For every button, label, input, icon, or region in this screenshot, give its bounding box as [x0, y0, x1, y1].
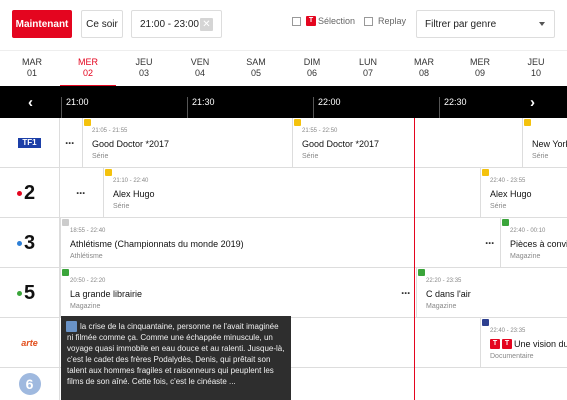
channel-logo-arte[interactable]: arte: [0, 318, 60, 368]
program-card[interactable]: 22:40 - 00:10 Pièces à convic Magazine: [500, 218, 567, 267]
rating-icon: [105, 169, 112, 176]
tooltip-text: la crise de la cinquantaine, personne ne…: [67, 322, 285, 386]
genre-filter-select[interactable]: Filtrer par genre: [416, 10, 555, 38]
time-range-value: 21:00 - 23:00: [140, 18, 199, 30]
channel-logo-france5[interactable]: 5: [0, 268, 60, 318]
day-tab[interactable]: MAR 08: [396, 51, 452, 87]
day-tab[interactable]: DIM 06: [284, 51, 340, 87]
channel-row: TF1 ··· 21:05 - 21:55 Good Doctor *2017 …: [0, 118, 567, 168]
time-label: 21:30: [192, 97, 215, 107]
day-tab[interactable]: VEN 04: [172, 51, 228, 87]
day-tab[interactable]: MER 09: [452, 51, 508, 87]
close-icon[interactable]: ✕: [200, 18, 213, 31]
now-button[interactable]: Maintenant: [12, 10, 72, 38]
time-tick: [187, 97, 188, 118]
program-tooltip: la crise de la cinquantaine, personne ne…: [61, 316, 291, 400]
selection-label: T Sélection: [306, 16, 355, 26]
time-label: 22:00: [318, 97, 341, 107]
selection-icon: T: [490, 339, 500, 349]
rating-icon: [502, 219, 509, 226]
thumbnail-icon: [66, 321, 77, 332]
rating-icon: [62, 219, 69, 226]
chevron-down-icon: [539, 22, 545, 26]
genre-filter-placeholder: Filtrer par genre: [425, 18, 497, 30]
timeline-bar: ‹ 21:00 21:30 22:00 22:30 ›: [0, 86, 567, 118]
program-card[interactable]: 18:55 - 22:40 Athlétisme (Championnats d…: [60, 218, 480, 267]
time-range-field[interactable]: 21:00 - 23:00 ✕: [131, 10, 222, 38]
selection-icon: T: [306, 16, 316, 26]
more-icon[interactable]: ···: [65, 136, 75, 150]
program-card[interactable]: 22:20 - 23:35 C dans l'air Magazine: [416, 268, 567, 317]
channel-logo-m6[interactable]: 6: [0, 368, 60, 400]
channel-logo-france3[interactable]: 3: [0, 218, 60, 268]
channel-row: 2 ··· 21:10 - 22:40 Alex Hugo Série 22:4…: [0, 168, 567, 218]
replay-label: Replay: [378, 16, 407, 26]
day-selector: MAR 01 MER 02 JEU 03 VEN 04 SAM 05 DIM 06 LUN 0…: [0, 50, 567, 87]
program-card[interactable]: 22:40 - 23:55 Alex Hugo Série: [480, 168, 567, 217]
time-label: 21:00: [66, 97, 89, 107]
program-card[interactable]: New York Série: [522, 118, 567, 167]
day-tab[interactable]: JEU 03: [116, 51, 172, 87]
rating-icon: [62, 269, 69, 276]
more-icon[interactable]: ···: [401, 286, 411, 300]
program-card[interactable]: 21:10 - 22:40 Alex Hugo Série: [103, 168, 480, 217]
day-tab[interactable]: SAM 05: [228, 51, 284, 87]
program-card[interactable]: 21:55 - 22:50 Good Doctor *2017 Série: [292, 118, 522, 167]
replay-checkbox[interactable]: [364, 17, 373, 26]
more-icon[interactable]: ···: [485, 236, 495, 250]
program-card[interactable]: 20:50 - 22:20 La grande librairie Magazi…: [60, 268, 397, 317]
time-label: 22:30: [444, 97, 467, 107]
day-tab[interactable]: MER 02: [60, 51, 116, 87]
day-tab[interactable]: LUN 07: [340, 51, 396, 87]
rating-icon: [84, 119, 91, 126]
day-tab[interactable]: MAR 01: [4, 51, 60, 87]
program-card[interactable]: 22:40 - 23:35 TTUne vision du fu Documen…: [480, 318, 567, 367]
logo-dot: [16, 290, 22, 296]
time-tick: [439, 97, 440, 118]
rating-icon: [482, 169, 489, 176]
rating-icon: [482, 319, 489, 326]
more-icon[interactable]: ···: [76, 186, 86, 200]
selection-checkbox[interactable]: [292, 17, 301, 26]
channel-logo-tf1[interactable]: TF1: [0, 118, 60, 168]
channel-row: 3 18:55 - 22:40 Athlétisme (Championnats…: [0, 218, 567, 268]
rating-icon: [524, 119, 531, 126]
logo-dot: [16, 240, 22, 246]
program-card[interactable]: 21:05 - 21:55 Good Doctor *2017 Série: [82, 118, 292, 167]
rating-icon: [418, 269, 425, 276]
chevron-left-icon[interactable]: ‹: [28, 94, 33, 111]
logo-dot: [16, 190, 22, 196]
selection-icon: T: [502, 339, 512, 349]
chevron-right-icon[interactable]: ›: [530, 94, 535, 111]
channel-row: 5 20:50 - 22:20 La grande librairie Maga…: [0, 268, 567, 318]
time-tick: [61, 97, 62, 118]
current-time-line: [414, 118, 415, 400]
day-tab[interactable]: JEU 10: [508, 51, 564, 87]
rating-icon: [294, 119, 301, 126]
toolbar: Maintenant Ce soir 21:00 - 23:00 ✕ T Sél…: [0, 0, 567, 50]
tonight-button[interactable]: Ce soir: [81, 10, 123, 38]
time-tick: [313, 97, 314, 118]
channel-logo-france2[interactable]: 2: [0, 168, 60, 218]
